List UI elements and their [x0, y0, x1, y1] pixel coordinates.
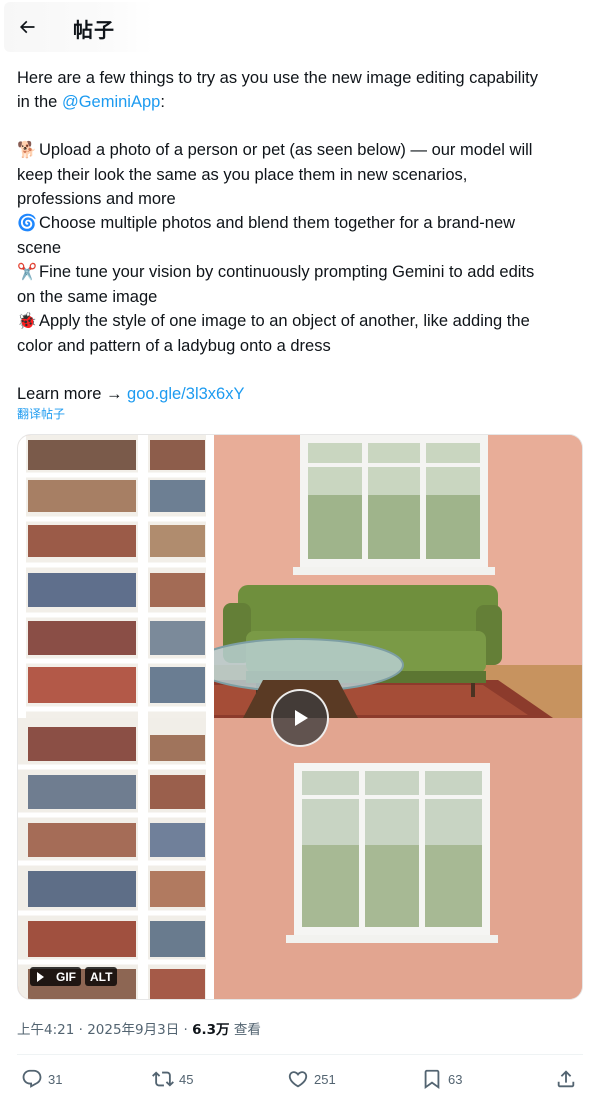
post-time[interactable]: 上午4:21	[17, 1022, 74, 1038]
meta-separator: ·	[179, 1022, 193, 1038]
post-line: on the same image	[17, 285, 583, 309]
repost-icon	[152, 1071, 174, 1087]
post-line: keep their look the same as you place th…	[17, 163, 583, 187]
like-button[interactable]: 251	[287, 1066, 336, 1092]
repost-count: 45	[179, 1071, 194, 1087]
heart-icon	[288, 1071, 308, 1088]
post-date[interactable]: 2025年9月3日	[87, 1022, 179, 1038]
play-button[interactable]	[271, 689, 329, 747]
media-gif[interactable]: GIF ALT	[17, 434, 583, 1000]
views-count: 6.3万	[192, 1022, 230, 1038]
alt-badge[interactable]: ALT	[85, 967, 118, 986]
bookmark-button[interactable]: 63	[421, 1066, 462, 1092]
post-text-fragment: Learn more →	[17, 385, 128, 403]
back-button[interactable]	[12, 12, 42, 42]
post-text-fragment: :	[160, 93, 165, 111]
learn-more-link[interactable]: goo.gle/3l3x6xY	[127, 385, 244, 403]
post-line: 🌀 Choose multiple photos and blend them t…	[17, 211, 583, 236]
translate-post-link[interactable]: 翻译帖子	[17, 405, 65, 422]
gif-badge[interactable]: GIF	[30, 967, 81, 986]
alt-label: ALT	[90, 969, 113, 984]
post-text-line: Choose multiple photos and blend them to…	[39, 214, 516, 232]
top-bar: 帖子	[0, 0, 599, 53]
post-line: Learn more → goo.gle/3l3x6xY	[17, 382, 583, 406]
post-body: Here are a few things to try as you use …	[17, 66, 583, 406]
post-line: 🐞 Apply the style of one image to an obje…	[17, 309, 583, 334]
post-text-fragment: in the	[17, 93, 62, 111]
share-button[interactable]	[555, 1066, 577, 1092]
repost-button[interactable]: 45	[152, 1066, 193, 1092]
share-icon	[557, 1070, 575, 1088]
post-text-line: Here are a few things to try as you use …	[17, 69, 538, 87]
page-title: 帖子	[73, 18, 115, 42]
play-icon	[295, 710, 308, 726]
post-text-line: Fine tune your vision by continuously pr…	[39, 263, 535, 281]
post-line: scene	[17, 236, 583, 260]
views-label: 查看	[229, 1022, 261, 1038]
post-meta: 上午4:21 · 2025年9月3日 · 6.3万 查看	[17, 1018, 261, 1038]
bookmark-count: 63	[448, 1071, 463, 1087]
post-line: 🐕 Upload a photo of a person or pet (as s…	[17, 138, 583, 163]
post-line: ✂️ Fine tune your vision by continuously …	[17, 260, 583, 285]
post-text-line: on the same image	[17, 288, 158, 306]
post-text-line: keep their look the same as you place th…	[17, 166, 468, 184]
post-text-line: Upload a photo of a person or pet (as se…	[39, 141, 533, 159]
post-text-line: professions and more	[17, 190, 176, 208]
dog-emoji-icon: 🐕	[17, 142, 37, 159]
like-count: 251	[314, 1071, 336, 1087]
post-line: professions and more	[17, 187, 583, 211]
bookmark-icon	[424, 1069, 440, 1090]
meta-separator: ·	[74, 1022, 88, 1038]
post-line: color and pattern of a ladybug onto a dr…	[17, 334, 583, 358]
play-small-icon	[37, 971, 44, 982]
action-bar: 31 45 251 63	[17, 1066, 583, 1092]
reply-count: 31	[48, 1071, 63, 1087]
post-line: in the @GeminiApp:	[17, 90, 583, 114]
cyclone-emoji-icon: 🌀	[17, 215, 37, 232]
post-text-line: color and pattern of a ladybug onto a dr…	[17, 337, 331, 355]
ladybug-emoji-icon: 🐞	[17, 313, 37, 330]
divider	[17, 1054, 583, 1055]
post-text-line: scene	[17, 239, 62, 257]
media-badges: GIF ALT	[30, 967, 118, 986]
reply-button[interactable]: 31	[21, 1066, 62, 1092]
arrow-left-icon	[19, 20, 35, 34]
mention-link[interactable]: @GeminiApp	[62, 93, 160, 111]
scissors-emoji-icon: ✂️	[17, 264, 37, 281]
gif-label: GIF	[56, 969, 76, 984]
reply-icon	[22, 1069, 42, 1088]
post-text-line: Apply the style of one image to an objec…	[39, 312, 530, 330]
post-line: Here are a few things to try as you use …	[17, 66, 583, 90]
